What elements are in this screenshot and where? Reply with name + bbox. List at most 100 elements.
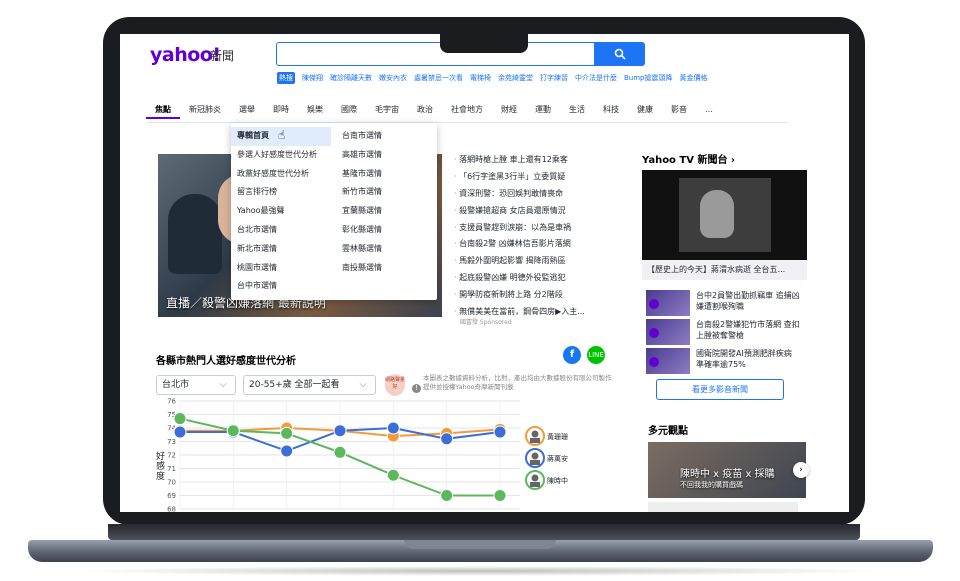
y-tick-label: 69 bbox=[167, 492, 176, 500]
trending-item[interactable]: 余苑綺靈堂 bbox=[498, 73, 533, 83]
dropdown-item[interactable]: 參選人好感度世代分析 bbox=[231, 146, 331, 165]
trending-item[interactable]: 打字練習 bbox=[540, 73, 568, 83]
trending-item[interactable]: 確診隔離天數 bbox=[330, 73, 372, 83]
trending-item[interactable]: 處暑禁忌一次看 bbox=[414, 73, 463, 83]
trending-item[interactable]: 陳傑翔 bbox=[302, 73, 323, 83]
headline-link[interactable]: 「6行字塗黑3行半」立委質疑 bbox=[454, 169, 604, 186]
video-portrait bbox=[700, 190, 734, 238]
trending-item[interactable]: 電梯椅 bbox=[470, 73, 491, 83]
headline-link[interactable]: 資深刑警：恐回娛判敢情喪命 bbox=[454, 186, 604, 203]
headline-link[interactable]: 馬毅外圍明起影響 揭降雨熱區 bbox=[454, 253, 604, 270]
nav-item[interactable]: 毛宇宙 bbox=[366, 103, 408, 119]
play-icon bbox=[649, 328, 659, 338]
y-tick-label: 70 bbox=[167, 479, 176, 487]
video-thumbnail bbox=[646, 348, 690, 374]
nav-item[interactable]: 即時 bbox=[264, 103, 298, 119]
search-input[interactable] bbox=[276, 42, 596, 66]
nav-more[interactable]: … bbox=[696, 103, 722, 119]
analysis-title: 各縣市熱門人選好感度世代分析 bbox=[156, 356, 296, 367]
data-point bbox=[280, 426, 294, 440]
dropdown-item[interactable]: 台北市選情 bbox=[231, 221, 331, 240]
trending-bar: 熱搜 陳傑翔 確診隔離天數 嫩安內衣 處暑禁忌一次看 電梯椅 余苑綺靈堂 打字練… bbox=[277, 72, 708, 84]
data-point bbox=[226, 424, 240, 438]
nav-item[interactable]: 科技 bbox=[594, 103, 628, 119]
video-list-item[interactable]: 國衛院開發AI預測肥胖疾病 準確率逾75% bbox=[646, 348, 800, 374]
nav-item[interactable]: 生活 bbox=[560, 103, 594, 119]
headline-link[interactable]: 殺警嫌搶超商 女店員還原情況 bbox=[454, 203, 604, 220]
dropdown-item[interactable]: 基隆市選情 bbox=[336, 165, 436, 184]
avatar-body-icon bbox=[530, 460, 540, 465]
nav-item[interactable]: 政治 bbox=[408, 103, 442, 119]
multi-view-title: 多元觀點 bbox=[648, 426, 688, 437]
data-point bbox=[440, 432, 454, 446]
y-tick-label: 68 bbox=[167, 506, 176, 513]
data-point bbox=[173, 425, 187, 439]
tv-video-caption[interactable]: 【歷史上的今天】蔣渭水病逝 全台五... bbox=[642, 260, 807, 280]
video-title[interactable]: 台中2員警出勤抓竊車 追捕凶嫌遭割喉殉職 bbox=[696, 290, 800, 316]
nav-item[interactable]: 國際 bbox=[332, 103, 366, 119]
headline-link[interactable]: 開學防疫新制將上路 分2階段 bbox=[454, 287, 604, 304]
video-list-item[interactable]: 台南殺2警嫌犯竹市落網 查扣上膛被奪警槍 bbox=[646, 319, 800, 345]
headline-link[interactable]: 支援員警趕到淚崩：以為是車禍 bbox=[454, 220, 604, 237]
multi-view-caption: 陳時中 x 疫苗 x 採購 不回我我的購買戲碼 bbox=[680, 465, 775, 490]
nav-item[interactable]: 新冠肺炎 bbox=[180, 103, 230, 119]
more-videos-button[interactable]: 看更多影音新聞 bbox=[656, 379, 784, 400]
tv-video-player[interactable] bbox=[642, 170, 807, 260]
headline-link[interactable]: 落網時槍上膛 車上還有12乘客 bbox=[454, 152, 604, 169]
dropdown-item[interactable]: 宜蘭縣選情 bbox=[336, 202, 436, 221]
dropdown-item[interactable]: 彰化縣選情 bbox=[336, 221, 436, 240]
nav-item[interactable]: 影音 bbox=[662, 103, 696, 119]
y-tick-label: 72 bbox=[167, 452, 176, 460]
age-select[interactable]: 20-55+歲 全部一起看 ⌵ bbox=[243, 375, 376, 395]
facebook-share-icon[interactable]: f bbox=[563, 346, 581, 364]
data-point bbox=[386, 421, 400, 435]
nav-item[interactable]: 娛樂 bbox=[298, 103, 332, 119]
video-list-item[interactable]: 台中2員警出勤抓竊車 追捕凶嫌遭割喉殉職 bbox=[646, 290, 800, 316]
dropdown-item[interactable]: 雲林縣選情 bbox=[336, 240, 436, 259]
dropdown-item[interactable]: 桃園市選情 bbox=[231, 259, 331, 278]
sponsor-label: 國富發 Sponsored bbox=[460, 319, 512, 326]
nav-item[interactable]: 財經 bbox=[492, 103, 526, 119]
dropdown-item[interactable]: 新北市選情 bbox=[231, 240, 331, 259]
tv-section-title[interactable]: Yahoo TV 新聞台 › bbox=[642, 151, 735, 166]
trending-tag: 熱搜 bbox=[277, 72, 295, 84]
laptop-shadow bbox=[70, 566, 890, 576]
hero-figure bbox=[168, 194, 222, 274]
legend-label: 蔣萬安 bbox=[547, 454, 568, 463]
trending-item[interactable]: 嫩安內衣 bbox=[379, 73, 407, 83]
dropdown-item[interactable]: 台南市選情 bbox=[336, 127, 436, 146]
nav-item-election[interactable]: 選舉 bbox=[230, 103, 264, 119]
trending-item[interactable]: Bump搶震頭降 bbox=[624, 73, 673, 83]
trending-item[interactable]: 中介法是什麼 bbox=[575, 73, 617, 83]
headline-link[interactable]: 台南殺2警 凶嫌林信吾影片落網 bbox=[454, 236, 604, 253]
dropdown-item[interactable]: 留言排行榜 bbox=[231, 183, 331, 202]
logo-subtitle: 新聞 bbox=[210, 49, 235, 63]
video-title[interactable]: 台南殺2警嫌犯竹市落網 查扣上膛被奪警槍 bbox=[696, 319, 800, 345]
nav-item-focus[interactable]: 焦點 bbox=[146, 103, 180, 119]
chevron-down-icon: ⌵ bbox=[359, 379, 367, 390]
dropdown-item[interactable]: 南投縣選情 bbox=[336, 259, 436, 278]
data-point bbox=[280, 444, 294, 458]
dropdown-item[interactable]: 台中市選情 bbox=[231, 277, 331, 296]
dropdown-item[interactable]: 高雄市選情 bbox=[336, 146, 436, 165]
trending-item[interactable]: 黃金價格 bbox=[680, 73, 708, 83]
main-nav: 焦點 新冠肺炎 選舉 即時 娛樂 國際 毛宇宙 政治 社會地方 財經 運動 生活… bbox=[146, 103, 722, 119]
city-select-value: 台北市 bbox=[162, 380, 190, 390]
data-source-note: 本圖表之數據資料分析，比對，產出均由大數據股份有限公司製作提供並授權Yahoo奇… bbox=[423, 374, 612, 391]
line-share-icon[interactable]: LINE bbox=[587, 346, 605, 364]
headline-link[interactable]: 起底殺警凶嫌 明德外役監逃犯 bbox=[454, 270, 604, 287]
avatar-head-icon bbox=[531, 430, 539, 438]
video-title[interactable]: 國衛院開發AI預測肥胖疾病 準確率逾75% bbox=[696, 348, 800, 374]
search-button[interactable] bbox=[594, 42, 645, 66]
carousel-next-icon[interactable]: › bbox=[793, 462, 809, 478]
dropdown-item[interactable]: 新竹市選情 bbox=[336, 183, 436, 202]
nav-item[interactable]: 社會地方 bbox=[442, 103, 492, 119]
dropdown-item[interactable]: 政黨好感度世代分析 bbox=[231, 165, 331, 184]
nav-item[interactable]: 健康 bbox=[628, 103, 662, 119]
nav-item[interactable]: 運動 bbox=[526, 103, 560, 119]
favorability-line-chart: 686970717273747576黃珊珊蔣萬安陳時中 bbox=[167, 398, 568, 513]
dropdown-item[interactable]: Yahoo最強聲 bbox=[231, 202, 331, 221]
video-thumbnail bbox=[646, 319, 690, 345]
city-select[interactable]: 台北市 ⌵ bbox=[156, 375, 236, 395]
info-icon: ! bbox=[412, 384, 421, 393]
